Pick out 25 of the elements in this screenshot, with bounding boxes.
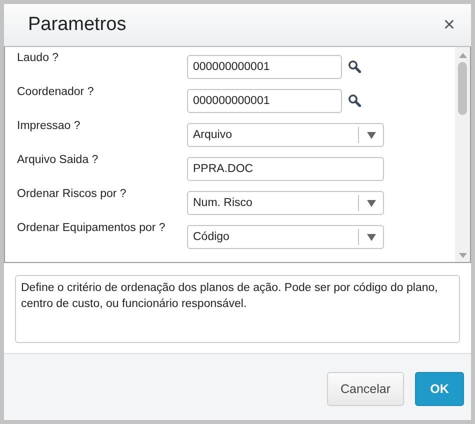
- input-field[interactable]: 000000000001: [187, 55, 342, 79]
- field-label: Arquivo Saida ?: [17, 154, 100, 166]
- scrollbar[interactable]: [455, 47, 470, 262]
- close-button[interactable]: ×: [439, 14, 459, 36]
- cancel-button[interactable]: Cancelar: [327, 372, 404, 406]
- field-label: Impressao ?: [17, 120, 82, 132]
- select-field[interactable]: Código: [187, 225, 384, 249]
- scroll-thumb[interactable]: [458, 62, 467, 115]
- caret-icon: [366, 132, 376, 138]
- caret-icon: [366, 234, 376, 240]
- help-text: Define o critério de ordenação dos planos de ação. Pode ser por código do plano, centro de custo, ou funcionário responsável.: [15, 275, 460, 343]
- field-label: Coordenador ?: [17, 86, 95, 98]
- search-icon[interactable]: [348, 94, 361, 107]
- caret-icon: [366, 200, 376, 206]
- field-label: Ordenar Equipamentos por ?: [17, 222, 166, 234]
- search-icon[interactable]: [348, 60, 361, 73]
- field-label: Laudo ?: [17, 52, 60, 64]
- window-title: Parametros: [28, 14, 126, 36]
- select-field[interactable]: Arquivo: [187, 123, 384, 147]
- input-field[interactable]: 000000000001: [187, 89, 342, 113]
- scroll-up-icon[interactable]: [458, 53, 466, 58]
- field-label: Ordenar Riscos por ?: [17, 188, 128, 200]
- input-field[interactable]: PPRA.DOC: [187, 157, 384, 181]
- scroll-down-icon[interactable]: [458, 253, 466, 258]
- select-field[interactable]: Num. Risco: [187, 191, 384, 215]
